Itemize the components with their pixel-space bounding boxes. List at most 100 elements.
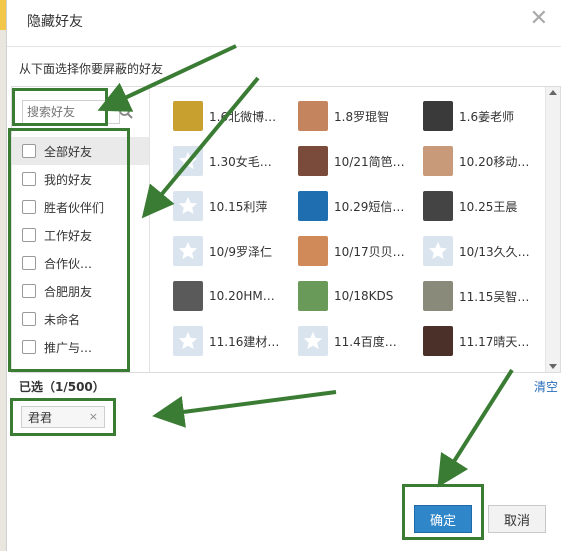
default-avatar-star-icon xyxy=(173,236,203,266)
friend-item[interactable]: 1.6姜老师 xyxy=(423,100,547,132)
friend-item[interactable]: 10/18KDS xyxy=(298,280,423,312)
friend-name: 10.20移动… xyxy=(459,154,530,169)
clear-link[interactable]: 清空 xyxy=(534,378,558,395)
friend-name: 11.4百度… xyxy=(334,334,397,349)
group-sidebar: 全部好友我的好友胜者伙伴们工作好友合作伙… 合肥朋友未命名推广与… xyxy=(12,87,150,372)
group-checkbox[interactable] xyxy=(22,312,36,326)
group-checkbox[interactable] xyxy=(22,144,36,158)
friend-item[interactable]: 10.20HM… xyxy=(173,280,298,312)
friend-name: 10.20HM… xyxy=(209,289,275,303)
selected-count: 已选（1/500） xyxy=(19,380,105,394)
hide-friends-dialog: 隐藏好友 ✕ 从下面选择你要屏蔽的好友 全部好友我的好友胜者伙伴们工作好友合作伙… xyxy=(6,0,561,551)
friend-grid: 1.6北微博… 1.8罗琨智 1.6姜老师 1.30女毛… 10/21简笆… 10.20移… xyxy=(167,87,547,372)
instruction-text: 从下面选择你要屏蔽的好友 xyxy=(19,62,164,76)
cancel-button[interactable]: 取消 xyxy=(488,505,546,533)
friend-item[interactable]: 10/13久久… xyxy=(423,235,547,267)
selected-tag-name: 君君 xyxy=(28,410,53,425)
group-checkbox[interactable] xyxy=(22,228,36,242)
friend-name: 10.29短信… xyxy=(334,199,405,214)
group-label: 胜者伙伴们 xyxy=(44,200,105,215)
friend-name: 10/18KDS xyxy=(334,289,394,303)
group-label: 全部好友 xyxy=(44,144,93,159)
friend-item[interactable]: 1.8罗琨智 xyxy=(298,100,423,132)
friend-name: 1.6北微博… xyxy=(209,109,277,124)
friend-name: 10/13久久… xyxy=(459,244,530,259)
search-box xyxy=(22,100,137,124)
friend-name: 10/17贝贝… xyxy=(334,244,405,259)
selected-tag: 君君 × xyxy=(21,406,105,428)
search-input[interactable] xyxy=(22,100,120,124)
search-icon[interactable] xyxy=(115,100,137,124)
friend-name: 1.30女毛… xyxy=(209,154,272,169)
friend-item[interactable]: 10.20移动… xyxy=(423,145,547,177)
avatar xyxy=(423,281,453,311)
friend-name: 11.16建材… xyxy=(209,334,280,349)
friend-item[interactable]: 1.30女毛… xyxy=(173,145,298,177)
group-list: 全部好友我的好友胜者伙伴们工作好友合作伙… 合肥朋友未命名推广与… xyxy=(12,137,149,361)
group-item[interactable]: 推广与… xyxy=(12,333,149,361)
avatar xyxy=(298,146,328,176)
group-item[interactable]: 工作好友 xyxy=(12,221,149,249)
title-divider xyxy=(7,46,561,47)
avatar xyxy=(173,101,203,131)
default-avatar-star-icon xyxy=(298,326,328,356)
friend-name: 1.8罗琨智 xyxy=(334,109,390,124)
group-label: 合肥朋友 xyxy=(44,284,93,299)
friend-item[interactable]: 10.15利萍 xyxy=(173,190,298,222)
group-label: 我的好友 xyxy=(44,172,93,187)
scrollbar[interactable] xyxy=(545,87,560,372)
default-avatar-star-icon xyxy=(173,146,203,176)
group-checkbox[interactable] xyxy=(22,256,36,270)
avatar xyxy=(298,281,328,311)
group-checkbox[interactable] xyxy=(22,284,36,298)
friend-name: 11.17晴天… xyxy=(459,334,530,349)
friend-name: 10.25王晨 xyxy=(459,199,518,214)
default-avatar-star-icon xyxy=(173,326,203,356)
avatar xyxy=(298,191,328,221)
group-item[interactable]: 全部好友 xyxy=(12,137,149,165)
avatar xyxy=(298,236,328,266)
friend-item[interactable]: 11.16建材… xyxy=(173,325,298,357)
friend-item[interactable]: 10/17贝贝… xyxy=(298,235,423,267)
ok-button[interactable]: 确定 xyxy=(414,505,472,533)
default-avatar-star-icon xyxy=(423,236,453,266)
default-avatar-star-icon xyxy=(173,191,203,221)
friend-item[interactable]: 10/21简笆… xyxy=(298,145,423,177)
group-item[interactable]: 合肥朋友 xyxy=(12,277,149,305)
friend-item[interactable]: 10.25王晨 xyxy=(423,190,547,222)
friend-picker-panel: 全部好友我的好友胜者伙伴们工作好友合作伙… 合肥朋友未命名推广与… 1.6北微博…… xyxy=(11,86,561,373)
group-checkbox[interactable] xyxy=(22,200,36,214)
group-label: 推广与… xyxy=(44,340,93,355)
friend-name: 10/9罗泽仁 xyxy=(209,244,272,259)
group-item[interactable]: 我的好友 xyxy=(12,165,149,193)
avatar xyxy=(423,101,453,131)
group-checkbox[interactable] xyxy=(22,172,36,186)
friend-item[interactable]: 11.4百度… xyxy=(298,325,423,357)
friend-item[interactable]: 1.6北微博… xyxy=(173,100,298,132)
friend-name: 10/21简笆… xyxy=(334,154,405,169)
group-item[interactable]: 胜者伙伴们 xyxy=(12,193,149,221)
avatar xyxy=(298,101,328,131)
group-label: 工作好友 xyxy=(44,228,93,243)
avatar xyxy=(423,191,453,221)
friend-name: 11.15吴智… xyxy=(459,289,530,304)
dialog-title: 隐藏好友 xyxy=(27,14,83,30)
avatar xyxy=(173,281,203,311)
group-item[interactable]: 合作伙… xyxy=(12,249,149,277)
friend-item[interactable]: 10.29短信… xyxy=(298,190,423,222)
remove-tag-icon[interactable]: × xyxy=(89,410,98,423)
avatar xyxy=(423,326,453,356)
close-icon[interactable]: ✕ xyxy=(530,8,548,30)
group-checkbox[interactable] xyxy=(22,340,36,354)
friend-item[interactable]: 10/9罗泽仁 xyxy=(173,235,298,267)
scroll-up-icon[interactable] xyxy=(549,90,557,95)
avatar xyxy=(423,146,453,176)
friend-item[interactable]: 11.15吴智… xyxy=(423,280,547,312)
scroll-down-icon[interactable] xyxy=(549,364,557,369)
friend-item[interactable]: 11.17晴天… xyxy=(423,325,547,357)
friend-name: 10.15利萍 xyxy=(209,199,268,214)
friend-name: 1.6姜老师 xyxy=(459,109,515,124)
group-label: 合作伙… xyxy=(44,256,93,271)
group-item[interactable]: 未命名 xyxy=(12,305,149,333)
group-label: 未命名 xyxy=(44,312,81,327)
